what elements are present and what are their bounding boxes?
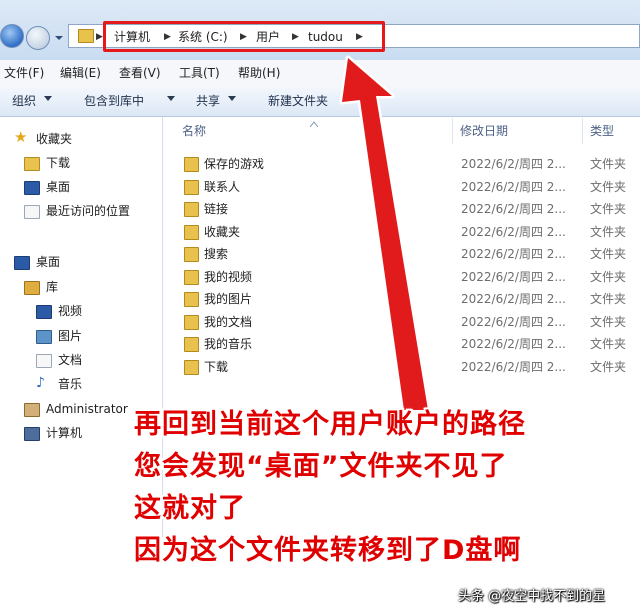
annotation-line-3: 这就对了: [134, 493, 246, 524]
watermark: 头条 @夜空中找不到的星: [458, 589, 606, 604]
annotation-line-4: 因为这个文件夹转移到了D盘啊: [134, 535, 522, 566]
annotation-line-2: 您会发现“桌面”文件夹不见了: [134, 451, 508, 482]
annotation-line-1: 再回到当前这个用户账户的路径: [134, 409, 526, 440]
annotation-arrow: [339, 55, 431, 413]
